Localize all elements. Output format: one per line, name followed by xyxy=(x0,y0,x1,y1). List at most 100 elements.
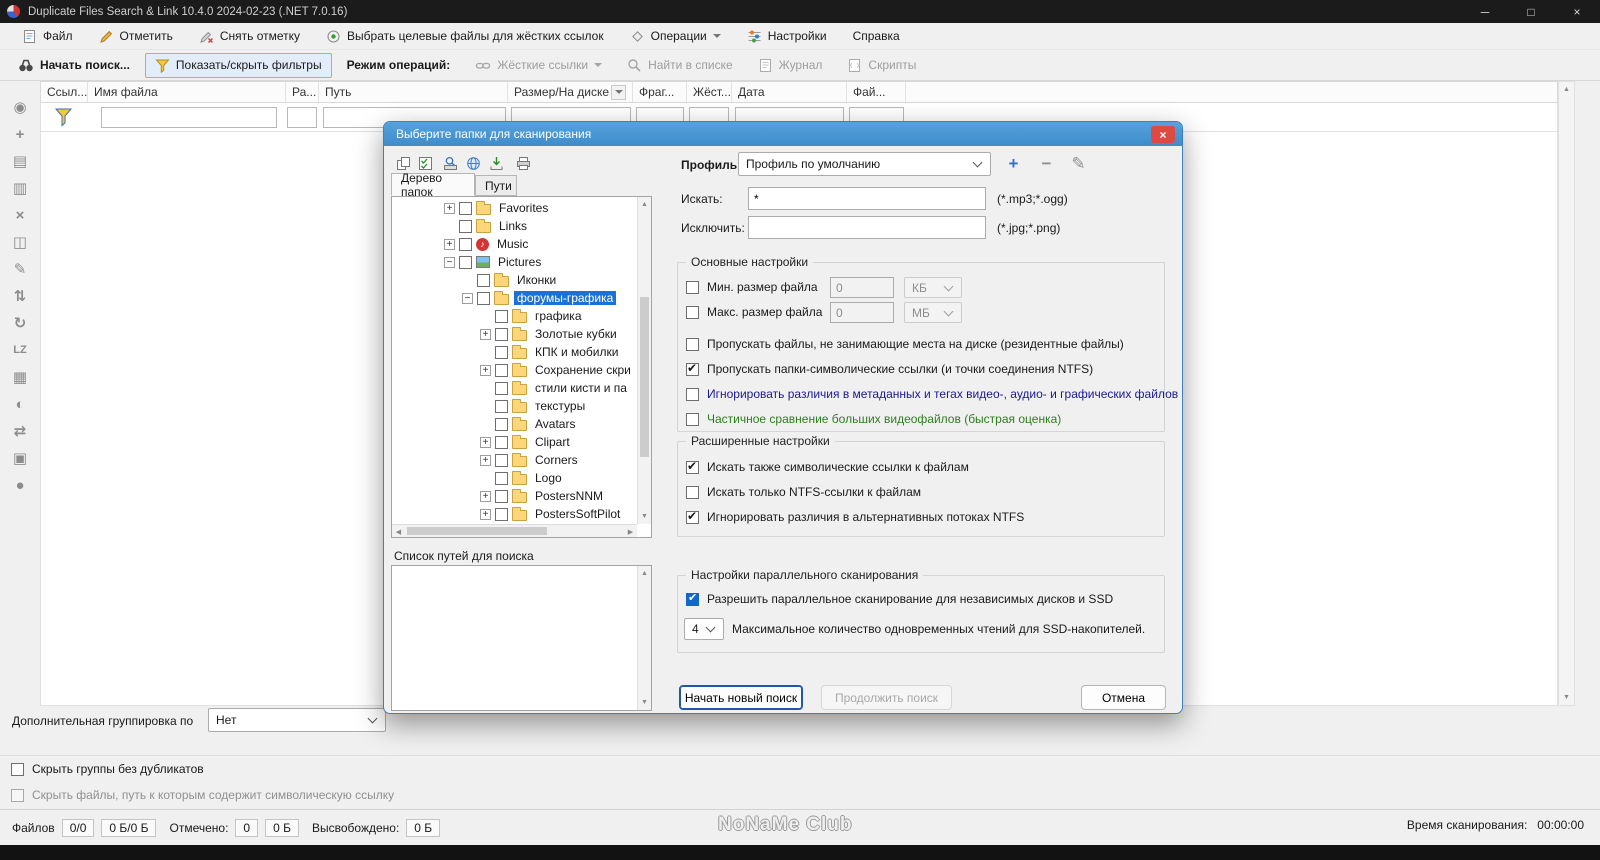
expand-icon[interactable] xyxy=(480,328,491,340)
hard-links-dropdown[interactable]: Жёсткие ссылки xyxy=(465,53,612,78)
tree-checkbox[interactable] xyxy=(459,201,472,215)
partial-video-compare-checkbox[interactable] xyxy=(686,412,699,426)
filter-ext-input[interactable] xyxy=(287,107,317,128)
tree-item[interactable]: Avatars xyxy=(393,415,636,433)
hide-groups-row[interactable]: Скрыть группы без дубликатов xyxy=(11,762,204,776)
max-size-input[interactable] xyxy=(830,302,894,323)
expand-icon[interactable] xyxy=(480,436,491,448)
ssd-threads-select[interactable]: 4 xyxy=(684,618,724,640)
filter-funnel-icon[interactable] xyxy=(53,106,75,128)
menu-mark[interactable]: Отметить xyxy=(89,26,183,47)
tree-item[interactable]: графика xyxy=(393,307,636,325)
profile-select[interactable]: Профиль по умолчанию xyxy=(738,152,991,176)
edit-profile-button[interactable]: ✎ xyxy=(1065,151,1092,176)
menu-unmark[interactable]: Снять отметку xyxy=(189,26,310,47)
tree-item[interactable]: КПК и мобилки xyxy=(393,343,636,361)
tree-item[interactable]: текстуры xyxy=(393,397,636,415)
delete-mark-icon[interactable]: × xyxy=(7,202,33,228)
max-size-unit-select[interactable]: МБ xyxy=(904,302,962,323)
menu-operations[interactable]: Операции xyxy=(620,26,731,47)
scroll-down-icon[interactable]: ▼ xyxy=(1559,690,1574,705)
tree-checkbox[interactable] xyxy=(477,273,490,287)
expand-icon[interactable] xyxy=(480,364,491,376)
tree-item[interactable]: стили кисти и па xyxy=(393,379,636,397)
sort-icon[interactable]: ⇅ xyxy=(7,283,33,309)
tree-item[interactable]: Favorites xyxy=(393,199,636,217)
search-symlinks-row[interactable]: Искать также символические ссылки к файл… xyxy=(686,459,969,474)
paths-scrollbar[interactable]: ▲ ▼ xyxy=(637,566,651,710)
tab-paths[interactable]: Пути xyxy=(475,175,517,196)
ignore-ads-row[interactable]: Игнорировать различия в альтернативных п… xyxy=(686,509,1024,524)
column-files[interactable]: Фай... xyxy=(847,82,906,102)
expand-icon[interactable] xyxy=(444,202,455,214)
paths-list[interactable]: ▲ ▼ xyxy=(391,565,652,711)
search-mask-input[interactable] xyxy=(748,187,986,210)
column-hardlinks[interactable]: Жёст... xyxy=(687,82,732,102)
collapse-icon[interactable] xyxy=(462,292,473,304)
tree-item[interactable]: Links xyxy=(393,217,636,235)
rename-icon[interactable]: ✎ xyxy=(7,256,33,282)
expand-icon[interactable] xyxy=(480,508,491,520)
tree-checkbox[interactable] xyxy=(495,309,508,323)
journal-button[interactable]: Журнал xyxy=(748,53,833,78)
ignore-metadata-checkbox[interactable] xyxy=(686,387,699,401)
tree-checkbox[interactable] xyxy=(459,255,472,269)
tab-folder-tree[interactable]: Дерево папок xyxy=(391,171,475,199)
start-search-button[interactable]: Начать поиск... xyxy=(8,53,140,78)
partial-video-compare-row[interactable]: Частичное сравнение больших видеофайлов … xyxy=(686,412,1061,426)
scripts-button[interactable]: Скрипты xyxy=(837,53,926,78)
filter-add-icon[interactable]: + xyxy=(7,121,33,147)
tree-checkbox[interactable] xyxy=(495,399,508,413)
expand-icon[interactable] xyxy=(444,238,455,250)
import-paths-button[interactable] xyxy=(485,152,507,174)
tree-item[interactable]: Сохранение скри xyxy=(393,361,636,379)
titlebar[interactable]: Duplicate Files Search & Link 10.4.0 202… xyxy=(0,0,1600,23)
exclude-mask-input[interactable] xyxy=(748,216,986,239)
tree-item[interactable]: Logo xyxy=(393,469,636,487)
tree-checkbox[interactable] xyxy=(459,237,472,251)
menu-settings[interactable]: Настройки xyxy=(737,26,837,47)
tree-item[interactable]: PostersSoftPilot xyxy=(393,505,636,523)
marker-icon[interactable]: ● xyxy=(7,472,33,498)
ignore-metadata-row[interactable]: Игнорировать различия в метаданных и тег… xyxy=(686,387,1178,401)
tree-item[interactable]: PostersNNM xyxy=(393,487,636,505)
tree-hscrollbar[interactable]: ◀ ▶ xyxy=(392,524,637,537)
tree-checkbox[interactable] xyxy=(495,489,508,503)
tree-item[interactable]: Corners xyxy=(393,451,636,469)
start-new-search-button[interactable]: Начать новый поиск xyxy=(679,685,803,710)
hide-symlink-files-row[interactable]: Скрыть файлы, путь к которым содержит си… xyxy=(11,788,394,802)
tree-checkbox[interactable] xyxy=(477,291,490,305)
tree-item[interactable]: Music xyxy=(393,235,636,253)
column-ext[interactable]: Ра... xyxy=(286,82,319,102)
skip-resident-files-checkbox[interactable] xyxy=(686,337,699,351)
print-button[interactable] xyxy=(512,152,534,174)
tree-item[interactable]: Золотые кубки xyxy=(393,325,636,343)
scroll-up-icon[interactable]: ▲ xyxy=(638,197,651,212)
parallel-scan-checkbox[interactable] xyxy=(686,591,699,606)
tree-item[interactable]: Иконки xyxy=(393,271,636,289)
scrollbar-thumb[interactable] xyxy=(640,297,649,457)
tree-item[interactable]: Clipart xyxy=(393,433,636,451)
tree-checkbox[interactable] xyxy=(459,219,472,233)
tree-checkbox[interactable] xyxy=(495,345,508,359)
main-scrollbar[interactable]: ▲ ▼ xyxy=(1558,81,1575,706)
grid-view-icon[interactable]: ▦ xyxy=(7,364,33,390)
save-list-icon[interactable]: ▥ xyxy=(7,175,33,201)
parallel-scan-row[interactable]: Разрешить параллельное сканирование для … xyxy=(686,591,1113,606)
skip-symlink-folders-row[interactable]: Пропускать папки-символические ссылки (и… xyxy=(686,361,1093,376)
dialog-titlebar[interactable]: Выберите папки для сканирования × xyxy=(384,122,1182,146)
hide-symlink-files-checkbox[interactable] xyxy=(11,788,24,802)
column-fragments[interactable]: Фраг... xyxy=(633,82,687,102)
remove-profile-button[interactable]: − xyxy=(1033,151,1060,176)
copy-list-icon[interactable]: ▤ xyxy=(7,148,33,174)
expand-icon[interactable] xyxy=(480,490,491,502)
scroll-down-icon[interactable]: ▼ xyxy=(638,509,651,524)
hide-groups-checkbox[interactable] xyxy=(11,762,24,776)
max-size-checkbox[interactable] xyxy=(686,305,699,319)
tree-checkbox[interactable] xyxy=(495,327,508,341)
close-button[interactable]: × xyxy=(1554,0,1600,23)
tree-item[interactable]: Pictures xyxy=(393,253,636,271)
cancel-button[interactable]: Отмена xyxy=(1081,685,1166,710)
refresh-icon[interactable]: ↻ xyxy=(7,310,33,336)
expand-icon[interactable] xyxy=(480,454,491,466)
